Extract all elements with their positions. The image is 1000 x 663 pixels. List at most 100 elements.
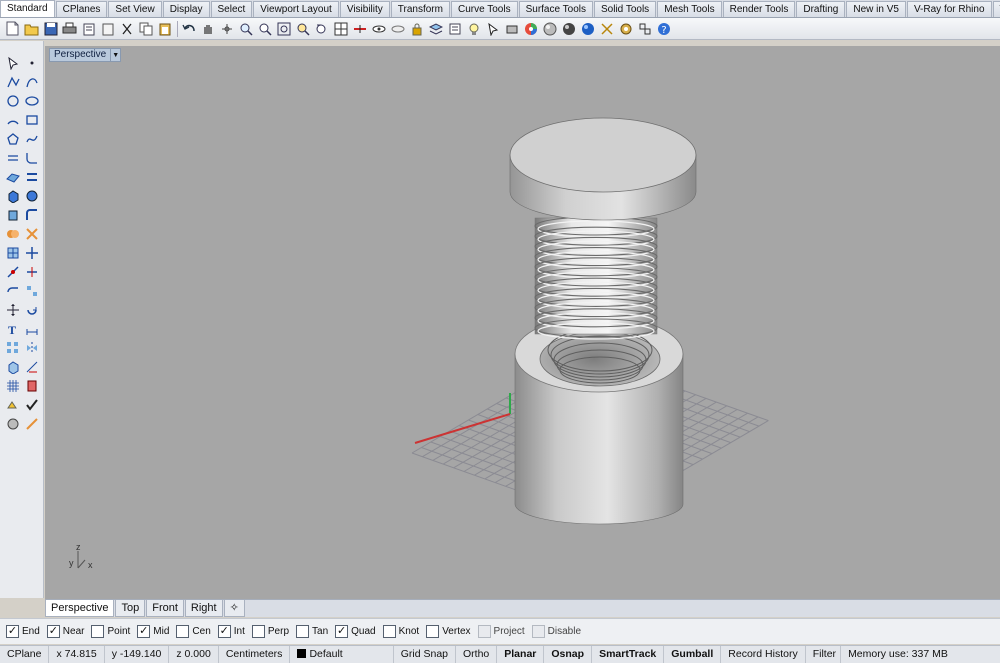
array-icon[interactable] <box>3 338 22 357</box>
checkbox-icon[interactable] <box>251 625 265 638</box>
toolbar-tab[interactable]: Select <box>210 1 253 17</box>
help-icon[interactable]: ? <box>655 20 672 37</box>
transform-icon[interactable] <box>22 376 41 395</box>
osnap-option[interactable]: ✓ Mid <box>137 625 169 638</box>
filter-button[interactable]: Filter <box>806 646 842 663</box>
toolbar-layout-icon[interactable] <box>636 20 653 37</box>
check-icon[interactable] <box>22 395 41 414</box>
point-icon[interactable] <box>22 53 41 72</box>
checked-checkbox-icon[interactable]: ✓ <box>217 625 231 638</box>
osnap-option[interactable]: ✓ Int <box>217 625 245 638</box>
checkbox-icon[interactable] <box>296 625 310 638</box>
import-icon[interactable] <box>80 20 97 37</box>
analyze-icon[interactable] <box>22 357 41 376</box>
osnap-option[interactable]: ✓ Near <box>46 625 84 638</box>
rotate-view-icon[interactable] <box>218 20 235 37</box>
osnap-option[interactable]: Perp <box>251 625 289 638</box>
toolbar-tab[interactable]: V-Ray for Rhino <box>906 1 992 17</box>
circle-icon[interactable] <box>3 91 22 110</box>
toolbar-tab[interactable]: CPlanes <box>55 1 108 17</box>
viewport-tab[interactable]: Front <box>146 600 184 617</box>
toolbar-tab[interactable]: Drafting <box>796 1 846 17</box>
curve-icon[interactable] <box>22 72 41 91</box>
save-icon[interactable] <box>42 20 59 37</box>
status-layer[interactable]: Default <box>290 646 394 663</box>
sphere-solid-icon[interactable] <box>22 186 41 205</box>
checkbox-icon[interactable] <box>426 625 440 638</box>
render-sphere-icon[interactable] <box>541 20 558 37</box>
fillet-edge-icon[interactable] <box>22 205 41 224</box>
text-icon[interactable]: T <box>3 319 22 338</box>
perspective-viewport[interactable]: y x z Perspective ▼ <box>45 46 1000 599</box>
checkbox-icon[interactable] <box>531 625 545 638</box>
osnap-option[interactable]: Project <box>477 625 525 638</box>
group-icon[interactable] <box>22 281 41 300</box>
clipboard-icon[interactable] <box>99 20 116 37</box>
checked-checkbox-icon[interactable]: ✓ <box>335 625 349 638</box>
lock-icon[interactable] <box>408 20 425 37</box>
explode-icon[interactable] <box>22 243 41 262</box>
osnap-option[interactable]: ✓ End <box>6 625 40 638</box>
checkbox-icon[interactable] <box>477 625 491 638</box>
boolean-split-icon[interactable] <box>22 224 41 243</box>
block-icon[interactable] <box>3 357 22 376</box>
material-icon[interactable] <box>3 414 22 433</box>
zoom-selected-icon[interactable] <box>294 20 311 37</box>
settings-gear-icon[interactable] <box>617 20 634 37</box>
checked-checkbox-icon[interactable]: ✓ <box>137 625 151 638</box>
dimension-icon[interactable] <box>22 319 41 338</box>
cut-icon[interactable] <box>118 20 135 37</box>
undo-icon[interactable] <box>180 20 197 37</box>
checked-checkbox-icon[interactable]: ✓ <box>6 625 19 638</box>
hide-objects-icon[interactable] <box>389 20 406 37</box>
undo-view-icon[interactable] <box>313 20 330 37</box>
toolbar-tab[interactable]: Render Tools <box>722 1 796 17</box>
zoom-extents-icon[interactable] <box>275 20 292 37</box>
show-objects-icon[interactable] <box>370 20 387 37</box>
loft-icon[interactable] <box>22 167 41 186</box>
print-setup-icon[interactable] <box>503 20 520 37</box>
split-icon[interactable] <box>22 262 41 281</box>
ellipse-icon[interactable] <box>22 91 41 110</box>
status-cplane[interactable]: CPlane <box>0 646 50 663</box>
surface-icon[interactable] <box>3 167 22 186</box>
freeform-curve-icon[interactable] <box>22 129 41 148</box>
viewport-tab[interactable]: Perspective <box>45 600 115 617</box>
toolbar-tab[interactable]: Solid Tools <box>594 1 657 17</box>
viewport-tab[interactable]: Top <box>115 600 146 617</box>
rendered-sphere-icon[interactable] <box>579 20 596 37</box>
pan-hand-icon[interactable] <box>199 20 216 37</box>
ortho-toggle[interactable]: Ortho <box>456 646 498 663</box>
fillet-curve-icon[interactable] <box>22 148 41 167</box>
toolbar-tab[interactable]: Set View <box>108 1 162 17</box>
toolbar-tab[interactable]: Standard <box>0 0 55 17</box>
osnap-option[interactable]: Cen <box>176 625 211 638</box>
move-icon[interactable] <box>3 300 22 319</box>
osnap-option[interactable]: Disable <box>531 625 581 638</box>
gumball-toggle[interactable]: Gumball <box>664 646 722 663</box>
toolbar-tab[interactable]: Surface Tools <box>518 1 593 17</box>
trim-icon[interactable] <box>3 262 22 281</box>
arc-icon[interactable] <box>3 110 22 129</box>
extrude-icon[interactable] <box>3 205 22 224</box>
print-icon[interactable] <box>61 20 78 37</box>
viewport-title-label[interactable]: Perspective <box>50 49 110 61</box>
toolbar-tab[interactable]: Mesh Tools <box>657 1 722 17</box>
osnap-option[interactable]: Tan <box>296 625 328 638</box>
smarttrack-toggle[interactable]: SmartTrack <box>592 646 665 663</box>
osnap-option[interactable]: Knot <box>382 625 419 638</box>
planar-toggle[interactable]: Planar <box>497 646 545 663</box>
polyline-icon[interactable] <box>3 72 22 91</box>
checkbox-icon[interactable] <box>91 625 105 638</box>
render-icon[interactable] <box>3 395 22 414</box>
box-solid-icon[interactable] <box>3 186 22 205</box>
four-view-icon[interactable] <box>332 20 349 37</box>
cplane-icon[interactable] <box>351 20 368 37</box>
zoom-icon[interactable] <box>237 20 254 37</box>
osnap-option[interactable]: Point <box>91 625 130 638</box>
mesh-icon[interactable] <box>3 243 22 262</box>
mirror-icon[interactable] <box>22 338 41 357</box>
copy-icon[interactable] <box>137 20 154 37</box>
new-file-icon[interactable] <box>4 20 21 37</box>
toolbar-tab[interactable]: Transform <box>390 1 450 17</box>
